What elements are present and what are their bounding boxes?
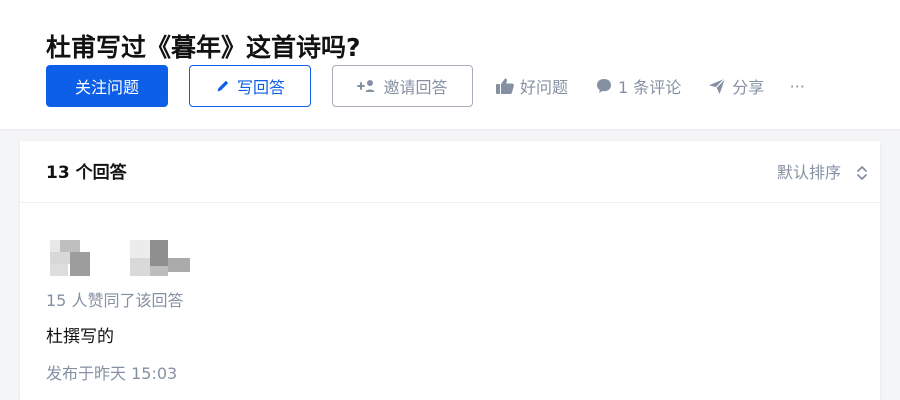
answer-count: 13 个回答: [46, 163, 127, 183]
avatar-pixel: [50, 240, 60, 252]
sort-icon: [856, 164, 868, 182]
publish-time[interactable]: 发布于昨天 15:03: [46, 363, 177, 385]
question-actions: 关注问题 写回答 邀请回答 好问题 1 条评论 分享 ···: [46, 65, 806, 107]
paper-plane-icon: [707, 77, 727, 95]
write-answer-label: 写回答: [236, 80, 285, 97]
invite-answer-button[interactable]: 邀请回答: [332, 65, 473, 107]
comment-icon: [595, 77, 613, 95]
add-user-icon: [357, 78, 377, 94]
answers-header: 13 个回答 默认排序: [20, 141, 880, 203]
sort-label: 默认排序: [776, 163, 841, 182]
avatar[interactable]: [50, 240, 92, 276]
author-name-pixel: [150, 240, 168, 266]
share-label: 分享: [732, 78, 765, 97]
question-header: 杜甫写过《暮年》这首诗吗? 关注问题 写回答 邀请回答 好问题 1 条评论 分享…: [0, 0, 900, 129]
question-page: 杜甫写过《暮年》这首诗吗? 关注问题 写回答 邀请回答 好问题 1 条评论 分享…: [0, 0, 900, 400]
invite-answer-label: 邀请回答: [383, 80, 448, 97]
good-question-button[interactable]: 好问题: [495, 65, 568, 107]
author-name-pixel: [150, 266, 168, 276]
answer-list-item: 15 人赞同了该回答 杜撰写的 发布于昨天 15:03: [20, 203, 880, 400]
answers-card: 13 个回答 默认排序 15 人赞同了该回答 杜撰写的 发布于昨天 15:03: [20, 141, 880, 400]
follow-question-label: 关注问题: [74, 80, 139, 97]
share-button[interactable]: 分享: [707, 65, 764, 107]
avatar-pixel: [50, 264, 68, 276]
comments-button[interactable]: 1 条评论: [595, 65, 681, 107]
thumb-up-icon: [495, 77, 515, 95]
author-name[interactable]: [130, 240, 192, 276]
author-name-pixel: [168, 258, 190, 272]
more-actions-button[interactable]: ···: [788, 65, 806, 107]
good-question-label: 好问题: [520, 78, 569, 97]
answer-content: 杜撰写的: [46, 327, 114, 347]
author-name-pixel: [130, 258, 150, 276]
pencil-icon: [215, 78, 231, 94]
avatar-pixel: [70, 252, 90, 276]
sort-dropdown[interactable]: 默认排序: [777, 161, 868, 185]
vote-summary[interactable]: 15 人赞同了该回答: [46, 290, 183, 312]
write-answer-button[interactable]: 写回答: [189, 65, 311, 107]
more-actions-label: ···: [789, 76, 805, 96]
author-name-pixel: [130, 240, 150, 258]
follow-question-button[interactable]: 关注问题: [46, 65, 168, 107]
question-title: 杜甫写过《暮年》这首诗吗?: [46, 32, 361, 62]
comments-label: 1 条评论: [618, 78, 682, 97]
avatar-pixel: [50, 252, 70, 264]
